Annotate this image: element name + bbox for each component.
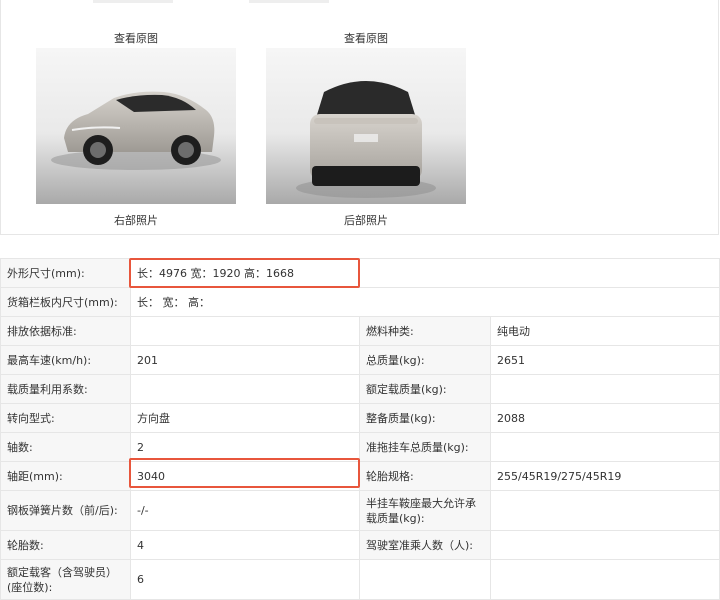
spec-value <box>489 530 720 560</box>
rear-photo[interactable] <box>266 48 466 204</box>
spec-value <box>130 316 360 346</box>
photo-panel: 查看原图 右部照片 查看原图 后部照片 <box>0 0 719 235</box>
right-side-photo[interactable] <box>36 48 236 204</box>
spec-label: 半挂车鞍座最大允许承载质量(kg): <box>359 490 491 531</box>
spec-label: 轴距(mm): <box>0 461 131 491</box>
spec-label: 轮胎规格: <box>359 461 491 491</box>
spec-cell-empty <box>489 559 720 600</box>
photo-tab[interactable] <box>93 0 173 3</box>
spec-value: 201 <box>130 345 360 375</box>
photo-tab[interactable] <box>249 0 329 3</box>
table-row: 外形尺寸(mm): 长：4976 宽：1920 高：1668 <box>0 258 720 288</box>
spec-label: 燃料种类: <box>359 316 491 346</box>
spec-value: 255/45R19/275/45R19 <box>489 461 720 491</box>
spec-label: 额定载质量(kg): <box>359 374 491 404</box>
view-original-link[interactable]: 查看原图 <box>266 30 466 46</box>
table-row: 最高车速(km/h): 201 总质量(kg): 2651 <box>0 345 720 375</box>
spec-value: 方向盘 <box>130 403 360 433</box>
table-row: 轮胎数: 4 驾驶室准乘人数（人): <box>0 530 720 560</box>
spec-label: 轮胎数: <box>0 530 131 560</box>
table-row: 排放依据标准: 燃料种类: 纯电动 <box>0 316 720 346</box>
table-row: 额定载客（含驾驶员）(座位数): 6 <box>0 559 720 600</box>
spec-value: 长：4976 宽：1920 高：1668 <box>129 258 720 288</box>
spec-table: 外形尺寸(mm): 长：4976 宽：1920 高：1668 货箱栏板内尺寸(m… <box>0 258 720 600</box>
spec-label: 排放依据标准: <box>0 316 131 346</box>
spec-value: 2651 <box>489 345 720 375</box>
car-rear-image <box>266 48 466 204</box>
table-row: 载质量利用系数: 额定载质量(kg): <box>0 374 720 404</box>
spec-label: 载质量利用系数: <box>0 374 131 404</box>
spec-label: 轴数: <box>0 432 131 462</box>
spec-value: 纯电动 <box>489 316 720 346</box>
photo-caption: 后部照片 <box>344 214 388 227</box>
spec-value <box>489 432 720 462</box>
car-side-image <box>36 48 236 204</box>
table-row: 钢板弹簧片数（前/后): -/- 半挂车鞍座最大允许承载质量(kg): <box>0 490 720 531</box>
view-original-link[interactable]: 查看原图 <box>36 30 236 46</box>
spec-label: 整备质量(kg): <box>359 403 491 433</box>
table-row: 转向型式: 方向盘 整备质量(kg): 2088 <box>0 403 720 433</box>
spec-label: 准拖挂车总质量(kg): <box>359 432 491 462</box>
spec-label: 钢板弹簧片数（前/后): <box>0 490 131 531</box>
spec-label: 外形尺寸(mm): <box>0 258 131 288</box>
spec-value <box>130 374 360 404</box>
table-row: 轴数: 2 准拖挂车总质量(kg): <box>0 432 720 462</box>
spec-value <box>489 490 720 531</box>
spec-cell-empty <box>359 559 491 600</box>
table-row: 轴距(mm): 3040 轮胎规格: 255/45R19/275/45R19 <box>0 461 720 491</box>
spec-value: 2088 <box>489 403 720 433</box>
spec-value: 2 <box>130 432 360 462</box>
photo-caption: 右部照片 <box>114 214 158 227</box>
spec-label: 转向型式: <box>0 403 131 433</box>
spec-label: 最高车速(km/h): <box>0 345 131 375</box>
spec-value: 3040 <box>130 461 360 491</box>
spec-label: 总质量(kg): <box>359 345 491 375</box>
spec-label: 驾驶室准乘人数（人): <box>359 530 491 560</box>
spec-value: 6 <box>130 559 360 600</box>
spec-value <box>489 374 720 404</box>
table-row: 货箱栏板内尺寸(mm): 长： 宽： 高： <box>0 287 720 317</box>
spec-label: 货箱栏板内尺寸(mm): <box>0 287 131 317</box>
spec-value: 4 <box>130 530 360 560</box>
spec-value: -/- <box>130 490 360 531</box>
spec-value: 长： 宽： 高： <box>129 287 720 317</box>
spec-label: 额定载客（含驾驶员）(座位数): <box>0 559 131 600</box>
